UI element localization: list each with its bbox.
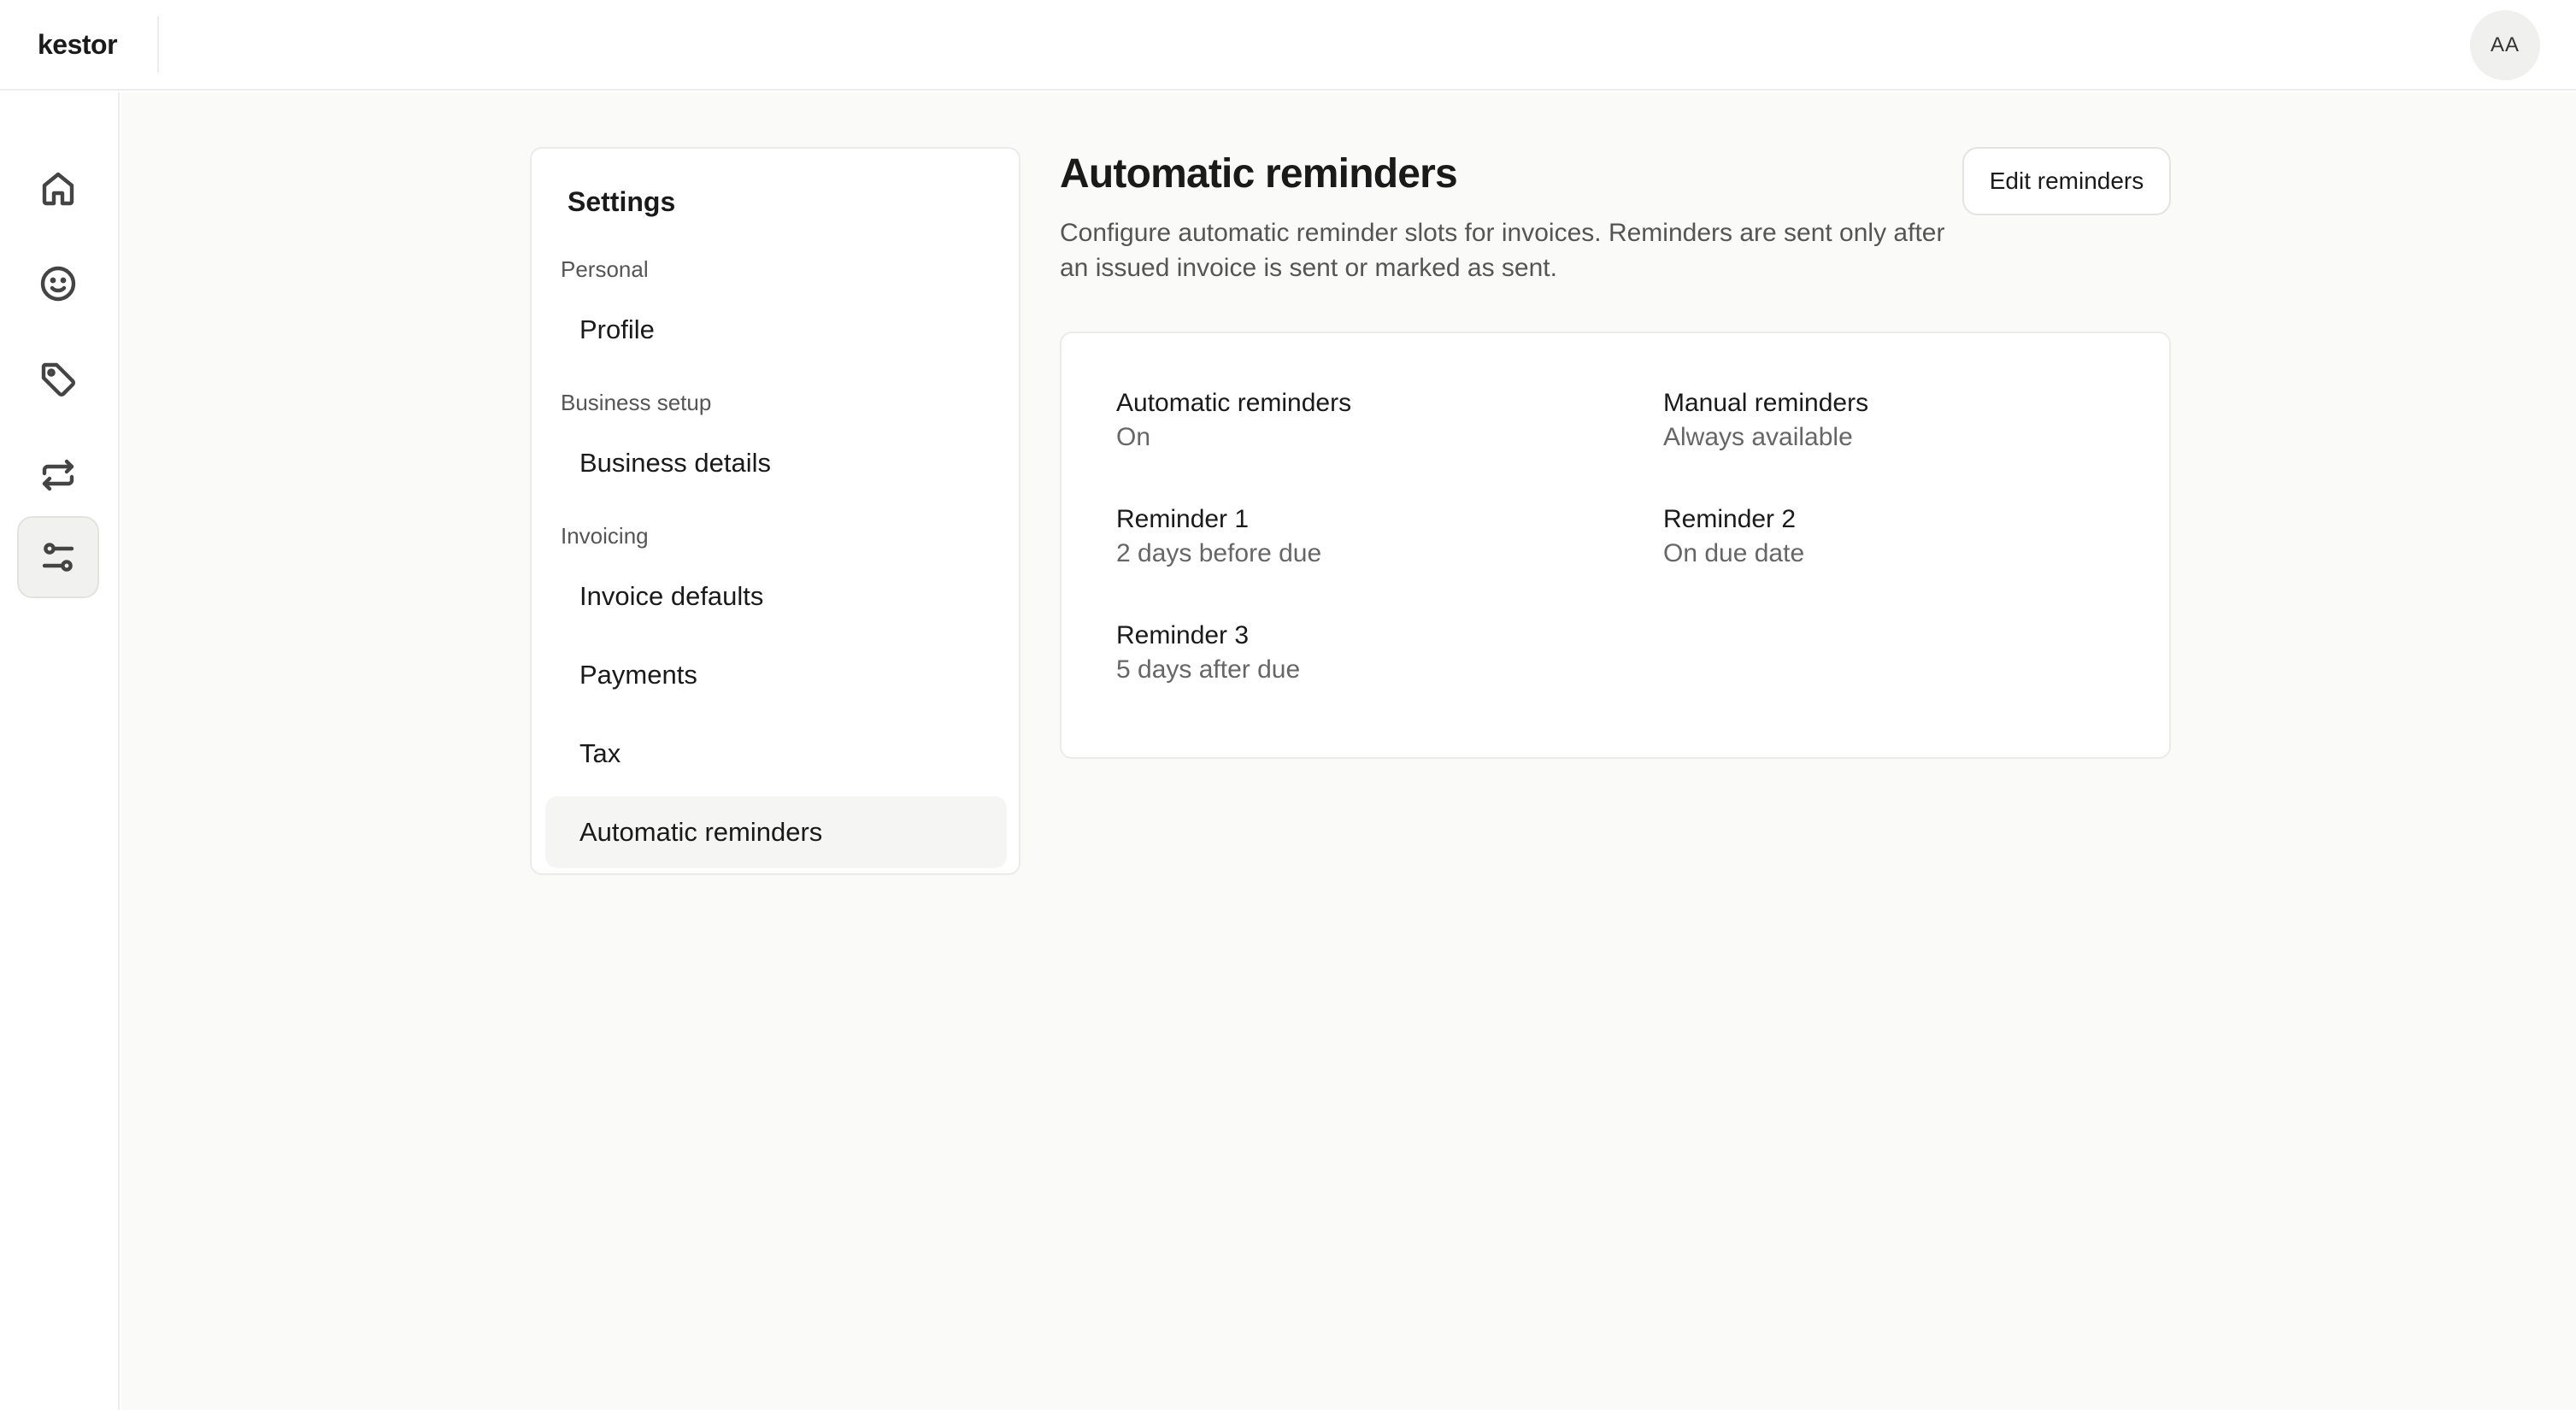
reminders-card: Automatic reminders On Manual reminders … <box>1060 332 2171 759</box>
group-label-business-setup: Business setup <box>561 390 712 415</box>
brand-logo[interactable]: kestor <box>0 16 159 73</box>
reminder-field-manual: Manual reminders Always available <box>1663 386 1868 455</box>
field-label: Manual reminders <box>1663 389 1869 417</box>
nav-item-profile[interactable]: Profile <box>545 294 1007 366</box>
field-label: Reminder 1 <box>1116 505 1250 533</box>
reminder-field-2: Reminder 2 On due date <box>1663 502 1804 571</box>
repeat-icon <box>42 459 74 491</box>
field-value: 2 days before due <box>1116 539 1322 567</box>
smiley-icon <box>40 266 76 302</box>
home-icon <box>42 172 74 206</box>
main-area: Settings Personal Profile Business setup… <box>121 92 2576 1410</box>
nav-item-invoice-defaults[interactable]: Invoice defaults <box>545 561 1007 632</box>
reminder-field-automatic: Automatic reminders On <box>1116 386 1351 455</box>
field-value: Always available <box>1663 423 1853 451</box>
top-bar: kestor AA <box>0 0 2576 91</box>
rail-item-recurring[interactable] <box>17 434 99 516</box>
icon-rail <box>0 92 120 1410</box>
reminder-field-1: Reminder 1 2 days before due <box>1116 502 1321 571</box>
settings-title: Settings <box>568 186 676 217</box>
nav-item-payments[interactable]: Payments <box>545 639 1007 711</box>
reminder-field-3: Reminder 3 5 days after due <box>1116 619 1300 687</box>
group-label-personal: Personal <box>561 256 649 282</box>
nav-item-tax[interactable]: Tax <box>545 718 1007 790</box>
field-value: On due date <box>1663 539 1805 567</box>
nav-item-automatic-reminders[interactable]: Automatic reminders <box>545 796 1007 868</box>
rail-item-customers[interactable] <box>17 243 99 325</box>
edit-reminders-button[interactable]: Edit reminders <box>1962 147 2171 215</box>
rail-item-products[interactable] <box>17 338 99 420</box>
page-description: Configure automatic reminder slots for i… <box>1060 219 1945 282</box>
rail-item-home[interactable] <box>17 147 99 229</box>
field-label: Reminder 3 <box>1116 621 1250 649</box>
field-value: On <box>1116 423 1151 451</box>
sliders-icon <box>42 543 74 572</box>
user-avatar[interactable]: AA <box>2470 10 2540 80</box>
page-title: Automatic reminders <box>1060 151 1458 197</box>
nav-item-business-details[interactable]: Business details <box>545 427 1007 499</box>
field-label: Automatic reminders <box>1116 389 1352 417</box>
group-label-invoicing: Invoicing <box>561 523 649 549</box>
rail-item-settings[interactable] <box>17 516 99 598</box>
settings-nav-panel: Settings Personal Profile Business setup… <box>530 147 1020 875</box>
tag-icon <box>41 362 76 397</box>
field-value: 5 days after due <box>1116 655 1301 684</box>
field-label: Reminder 2 <box>1663 505 1797 533</box>
